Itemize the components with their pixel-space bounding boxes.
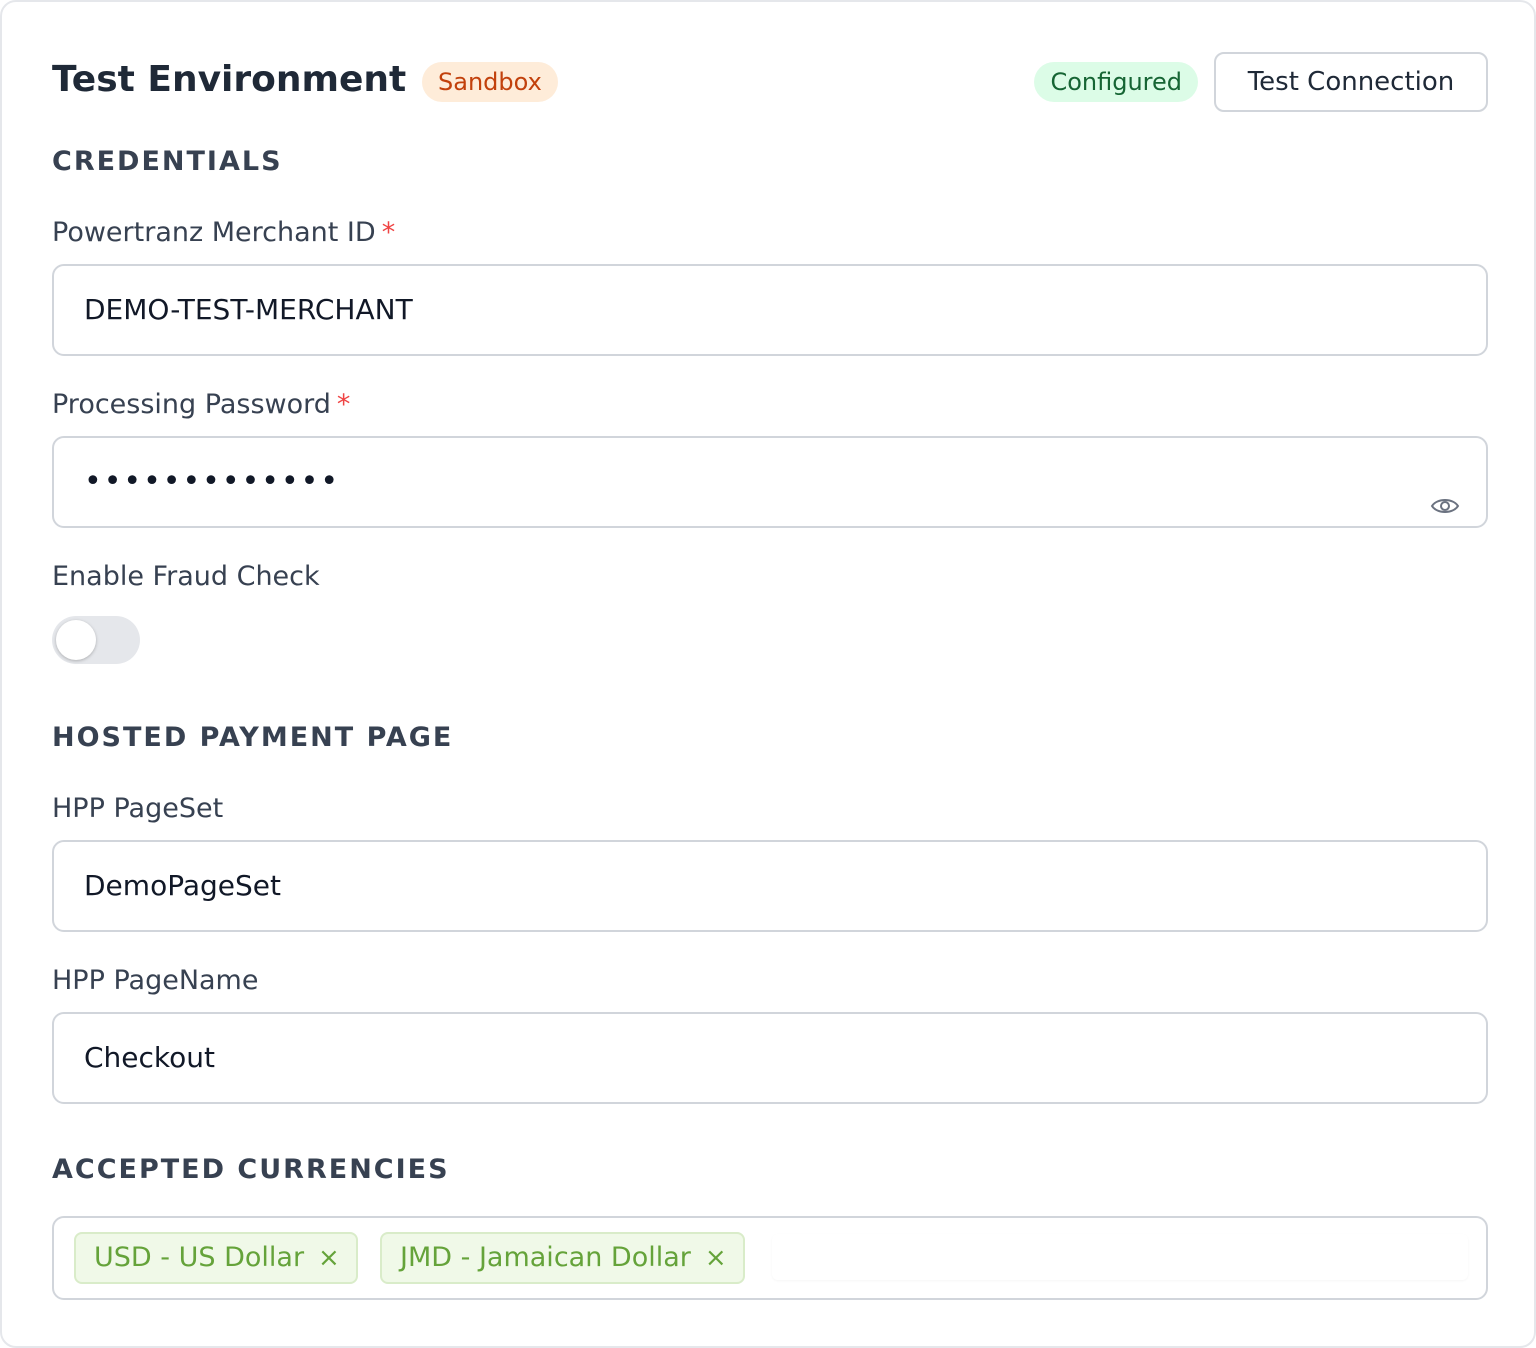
fraud-check-label: Enable Fraud Check	[52, 561, 320, 592]
test-connection-button[interactable]: Test Connection	[1214, 52, 1488, 112]
currency-tag-jmd: JMD - Jamaican Dollar ×	[380, 1232, 745, 1284]
currency-tags-input[interactable]: USD - US Dollar × JMD - Jamaican Dollar ×	[52, 1216, 1488, 1300]
fraud-check-toggle[interactable]	[52, 616, 140, 664]
sandbox-badge: Sandbox	[422, 62, 558, 102]
test-environment-card: Test Environment Sandbox Configured Test…	[0, 0, 1536, 1348]
credentials-heading: CREDENTIALS	[52, 146, 283, 177]
hpp-pagename-value: Checkout	[84, 1041, 215, 1074]
required-mark: *	[381, 217, 396, 248]
card-title: Test Environment	[52, 59, 407, 100]
merchant-id-input[interactable]: DEMO-TEST-MERCHANT	[52, 264, 1488, 356]
toggle-knob	[56, 620, 96, 660]
hpp-pageset-label: HPP PageSet	[52, 793, 224, 824]
hosted-payment-page-heading: HOSTED PAYMENT PAGE	[52, 722, 454, 753]
currency-search-input[interactable]	[772, 1234, 1468, 1280]
merchant-id-label: Powertranz Merchant ID *	[52, 216, 395, 250]
card-header: Test Environment Sandbox Configured Test…	[52, 52, 1488, 112]
password-input[interactable]: •••••••••••••	[52, 436, 1488, 528]
status-badge: Configured	[1034, 62, 1198, 102]
currency-tag-label: USD - US Dollar	[94, 1242, 305, 1273]
password-label-text: Processing Password	[52, 389, 331, 420]
accepted-currencies-heading: ACCEPTED CURRENCIES	[52, 1154, 450, 1185]
hpp-pagename-input[interactable]: Checkout	[52, 1012, 1488, 1104]
merchant-id-label-text: Powertranz Merchant ID	[52, 217, 376, 248]
password-label: Processing Password *	[52, 388, 350, 422]
currency-tag-usd: USD - US Dollar ×	[74, 1232, 358, 1284]
password-value: •••••••••••••	[84, 464, 341, 499]
merchant-id-value: DEMO-TEST-MERCHANT	[84, 293, 413, 326]
hpp-pagename-label: HPP PageName	[52, 965, 259, 996]
close-icon[interactable]: ×	[318, 1243, 340, 1273]
required-mark: *	[336, 389, 351, 420]
hpp-pageset-value: DemoPageSet	[84, 869, 281, 902]
close-icon[interactable]: ×	[705, 1243, 727, 1273]
currency-tag-label: JMD - Jamaican Dollar	[400, 1242, 691, 1273]
hpp-pageset-input[interactable]: DemoPageSet	[52, 840, 1488, 932]
eye-icon[interactable]	[1430, 468, 1460, 513]
